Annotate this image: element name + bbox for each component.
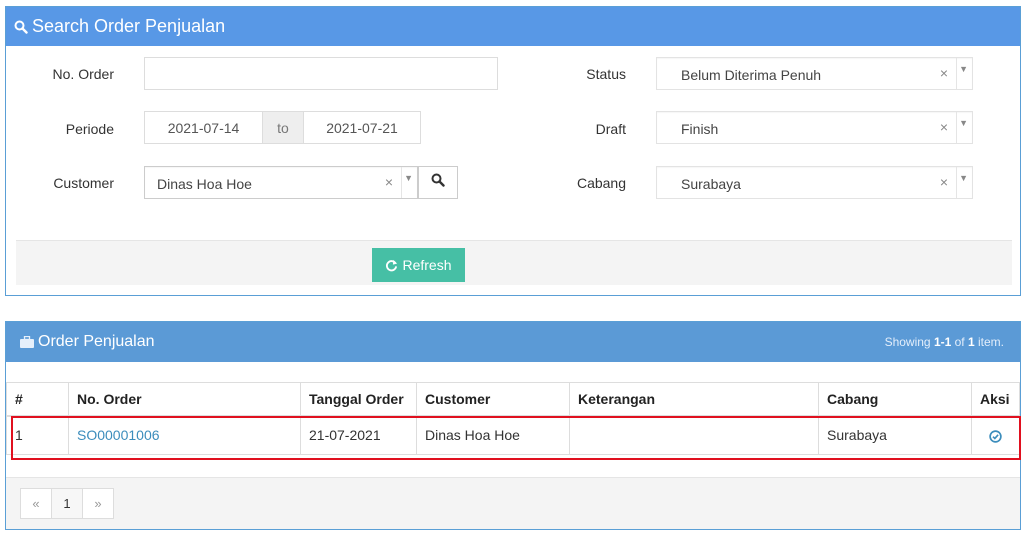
table-header-row: # No. Order Tanggal Order Customer Keter… — [6, 382, 1020, 417]
search-footer: Refresh — [16, 240, 1012, 285]
briefcase-icon — [20, 336, 34, 348]
status-select-value: Belum Diterima Penuh — [681, 67, 822, 83]
row-cabang: Surabaya — [818, 415, 972, 455]
col-header-cabang[interactable]: Cabang — [818, 382, 972, 417]
row-number: 1 — [6, 415, 69, 455]
pagination-footer: « 1 » — [6, 477, 1020, 529]
refresh-button[interactable]: Refresh — [372, 248, 465, 282]
cabang-label: Cabang — [576, 175, 626, 191]
pagination-next[interactable]: » — [82, 488, 114, 519]
customer-select[interactable]: Dinas Hoa Hoe × ▼ — [144, 166, 418, 199]
date-to-input[interactable]: 2021-07-21 — [303, 111, 421, 144]
check-circle-icon[interactable] — [989, 430, 1002, 443]
col-header-number[interactable]: # — [6, 382, 69, 417]
pagination-prev[interactable]: « — [20, 488, 52, 519]
search-panel: Search Order Penjualan No. Order Periode… — [5, 6, 1021, 296]
search-icon — [431, 173, 445, 192]
customer-search-button[interactable] — [418, 166, 458, 199]
table-row: 1 SO00001006 21-07-2021 Dinas Hoa Hoe Su… — [6, 415, 1020, 455]
cabang-clear-icon[interactable]: × — [940, 174, 948, 190]
orders-table: # No. Order Tanggal Order Customer Keter… — [6, 382, 1020, 455]
cabang-select[interactable]: Surabaya × ▼ — [656, 166, 973, 199]
col-header-customer[interactable]: Customer — [416, 382, 570, 417]
col-header-keterangan[interactable]: Keterangan — [569, 382, 819, 417]
row-customer: Dinas Hoa Hoe — [416, 415, 570, 455]
draft-clear-icon[interactable]: × — [940, 119, 948, 135]
draft-label: Draft — [595, 121, 626, 137]
periode-label: Periode — [65, 121, 114, 137]
draft-select-value: Finish — [681, 121, 719, 137]
customer-select-value: Dinas Hoa Hoe — [157, 176, 252, 192]
cabang-select-value: Surabaya — [681, 176, 741, 192]
draft-chevron-down-icon[interactable]: ▼ — [959, 118, 968, 128]
row-aksi — [971, 415, 1020, 455]
col-header-tanggal-order[interactable]: Tanggal Order — [300, 382, 417, 417]
row-keterangan — [569, 415, 819, 455]
customer-label: Customer — [53, 175, 114, 191]
no-order-input[interactable] — [144, 57, 498, 90]
status-chevron-down-icon[interactable]: ▼ — [959, 64, 968, 74]
pagination-page-1[interactable]: 1 — [51, 488, 83, 519]
no-order-label: No. Order — [52, 66, 114, 82]
row-tanggal-order: 21-07-2021 — [300, 415, 417, 455]
col-header-no-order[interactable]: No. Order — [68, 382, 301, 417]
draft-select[interactable]: Finish × ▼ — [656, 111, 973, 144]
showing-summary: Showing 1-1 of 1 item. — [884, 335, 1004, 349]
pagination: « 1 » — [20, 488, 114, 519]
cabang-chevron-down-icon[interactable]: ▼ — [959, 173, 968, 183]
order-link[interactable]: SO00001006 — [77, 427, 160, 443]
status-clear-icon[interactable]: × — [940, 65, 948, 81]
refresh-button-label: Refresh — [402, 257, 452, 273]
orders-panel-header: Order Penjualan Showing 1-1 of 1 item. — [6, 322, 1020, 362]
status-select[interactable]: Belum Diterima Penuh × ▼ — [656, 57, 973, 90]
date-range-to-addon: to — [263, 111, 303, 144]
search-panel-header: Search Order Penjualan — [6, 7, 1020, 46]
refresh-icon — [385, 259, 398, 272]
col-header-aksi: Aksi — [971, 382, 1020, 417]
customer-chevron-down-icon[interactable]: ▼ — [404, 173, 413, 183]
status-label: Status — [586, 66, 626, 82]
orders-panel: Order Penjualan Showing 1-1 of 1 item. #… — [5, 321, 1021, 530]
search-icon — [14, 20, 28, 34]
date-from-input[interactable]: 2021-07-14 — [144, 111, 263, 144]
customer-clear-icon[interactable]: × — [385, 174, 393, 190]
orders-panel-title: Order Penjualan — [38, 333, 155, 350]
search-panel-title: Search Order Penjualan — [32, 16, 226, 36]
row-no-order: SO00001006 — [68, 415, 301, 455]
